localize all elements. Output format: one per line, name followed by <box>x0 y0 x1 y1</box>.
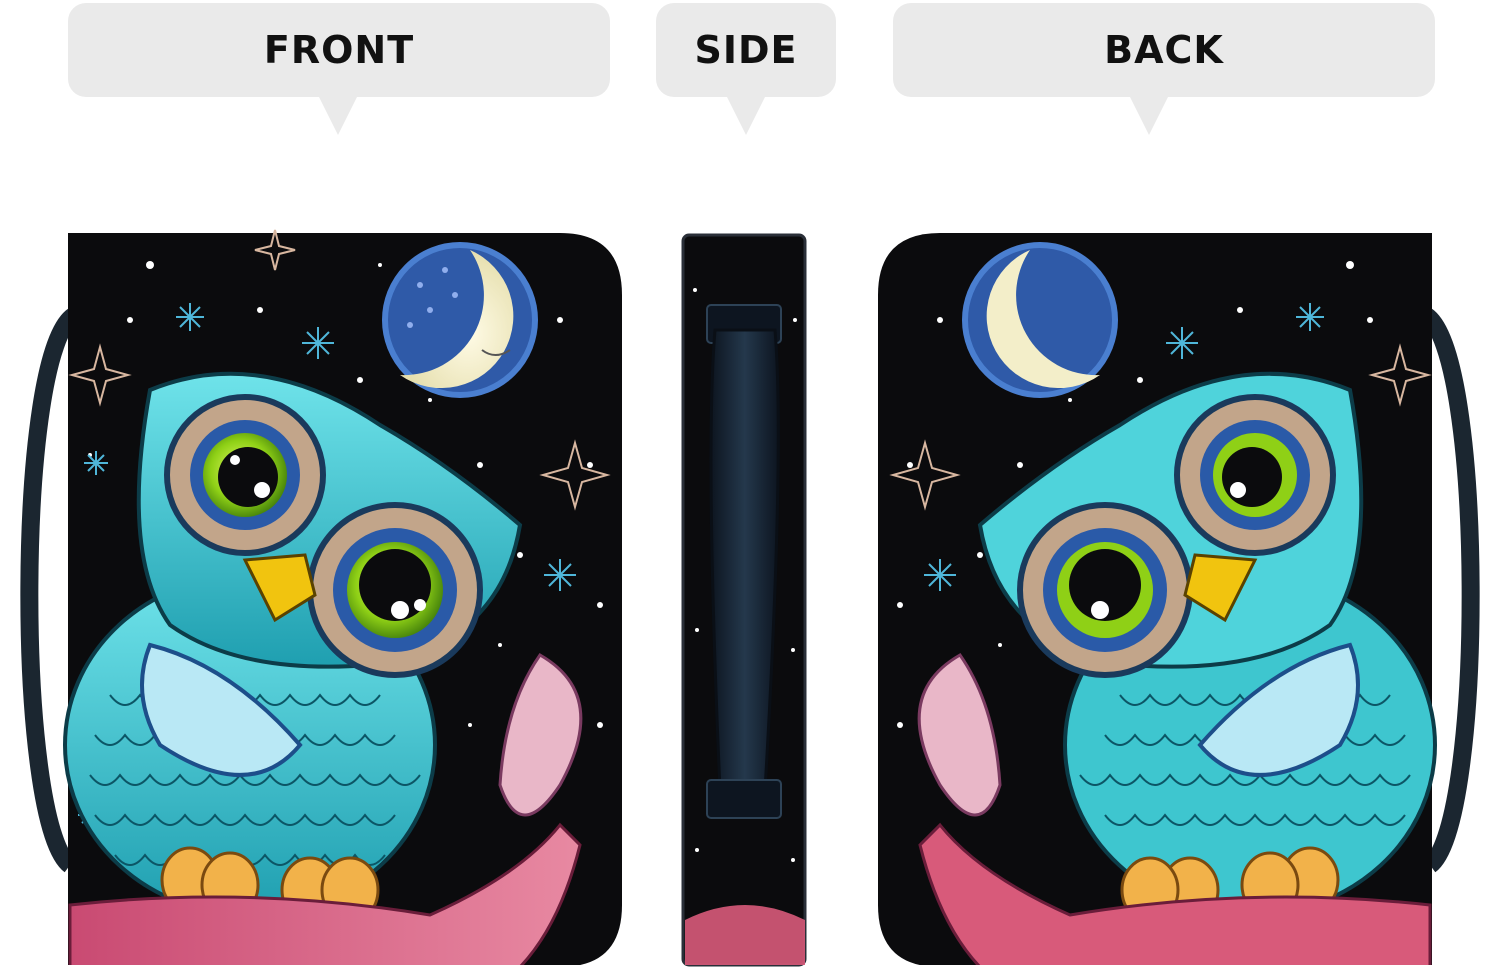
back-cover-image <box>860 225 1500 965</box>
side-callout-pointer <box>726 95 766 135</box>
front-cover-image <box>0 225 640 965</box>
front-label: FRONT <box>263 28 415 72</box>
front-callout-pointer <box>318 95 358 135</box>
spine-branch <box>685 905 805 965</box>
front-callout: FRONT <box>68 3 610 135</box>
crescent-moon-icon <box>962 242 1118 398</box>
crescent-moon-icon <box>382 242 538 398</box>
owl-eye-left <box>164 394 326 556</box>
owl-eye-left <box>1174 394 1336 556</box>
side-label: SIDE <box>694 28 798 72</box>
owl-eye-right <box>307 502 483 678</box>
side-callout: SIDE <box>656 3 836 135</box>
back-callout: BACK <box>893 3 1435 135</box>
back-label: BACK <box>1104 28 1224 72</box>
side-spine-image <box>675 230 825 970</box>
owl-eye-right <box>1017 502 1193 678</box>
back-callout-pointer <box>1129 95 1169 135</box>
